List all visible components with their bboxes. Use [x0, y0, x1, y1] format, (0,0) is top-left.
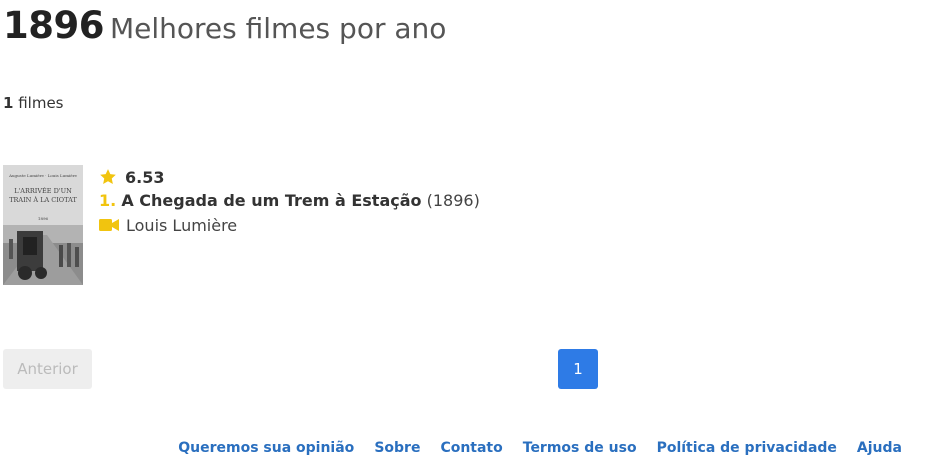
movie-poster[interactable]: Auguste Lumière · Louis Lumière L'ARRIVÉ…	[3, 165, 83, 285]
footer-link-about[interactable]: Sobre	[374, 440, 420, 456]
movie-rank: 1.	[99, 191, 117, 210]
movie-title-row: 1. A Chegada de um Trem à Estação (1896)	[99, 189, 480, 213]
footer-link-contact[interactable]: Contato	[440, 440, 502, 456]
movie-year: (1896)	[426, 191, 480, 210]
results-count-number: 1	[3, 94, 14, 112]
page-title: 1896 Melhores filmes por ano	[3, 2, 446, 57]
star-icon	[100, 169, 116, 184]
footer-links: Queremos sua opinião Sobre Contato Termo…	[178, 440, 902, 456]
movie-title-link[interactable]: A Chegada de um Trem à Estação	[121, 191, 421, 210]
page-1-button[interactable]: 1	[558, 349, 598, 389]
footer-link-privacy[interactable]: Política de privacidade	[657, 440, 837, 456]
page-title-subtitle: Melhores filmes por ano	[109, 12, 447, 45]
movie-rating: 6.53	[125, 167, 165, 187]
rating-row: 6.53	[99, 165, 480, 189]
poster-train-image	[3, 225, 83, 285]
footer-link-help[interactable]: Ajuda	[857, 440, 902, 456]
footer-link-terms[interactable]: Termos de uso	[523, 440, 637, 456]
page-title-year: 1896	[3, 4, 104, 47]
results-count: 1 filmes	[3, 94, 64, 112]
director-row: Louis Lumière	[99, 213, 480, 237]
results-count-label: filmes	[18, 94, 64, 112]
movie-director[interactable]: Louis Lumière	[126, 216, 237, 235]
footer-link-feedback[interactable]: Queremos sua opinião	[178, 440, 354, 456]
previous-page-button[interactable]: Anterior	[3, 349, 92, 389]
video-camera-icon	[99, 219, 119, 231]
movie-item: 6.53 1. A Chegada de um Trem à Estação (…	[99, 165, 480, 237]
